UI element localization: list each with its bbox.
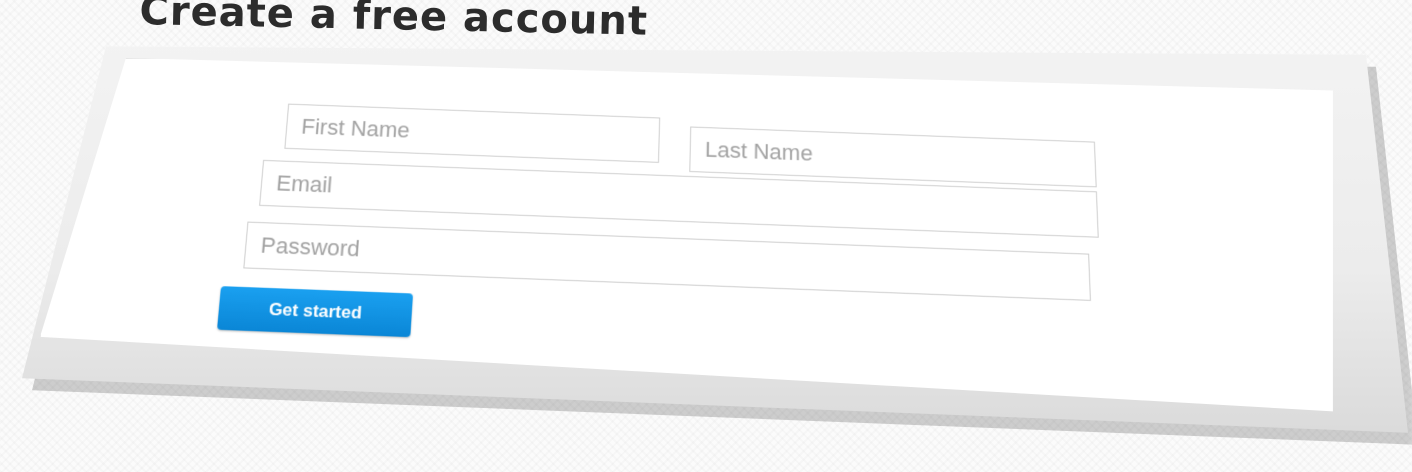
page-title: Create a free account [139,0,649,45]
page: Create a free account Get started [0,0,1412,472]
password-input[interactable] [243,221,1091,301]
first-name-input[interactable] [284,103,661,163]
signup-form: Get started [201,80,1127,420]
get-started-button[interactable]: Get started [216,286,414,338]
